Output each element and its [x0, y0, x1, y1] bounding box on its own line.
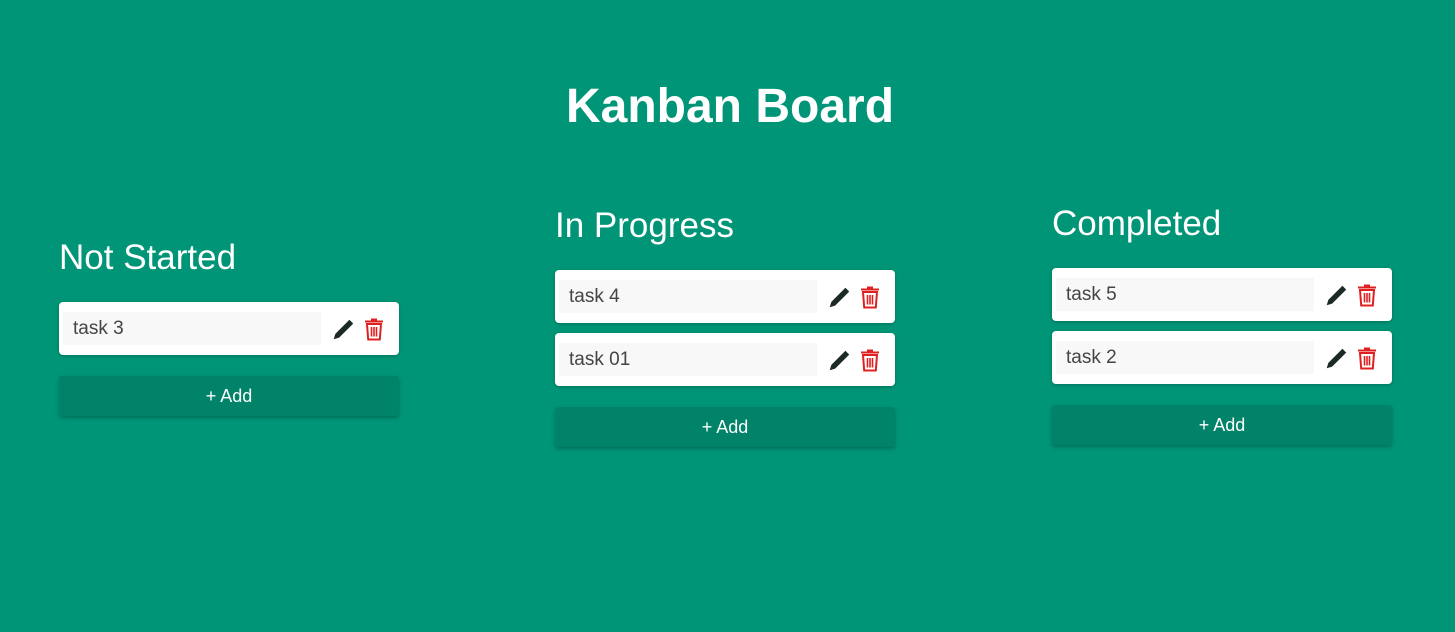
task-card[interactable]	[59, 302, 399, 355]
task-list	[1052, 268, 1392, 384]
trash-icon[interactable]	[855, 345, 885, 375]
task-card[interactable]	[1052, 331, 1392, 384]
column-title: In Progress	[555, 206, 734, 245]
task-input[interactable]	[1056, 278, 1314, 311]
task-input[interactable]	[559, 343, 817, 376]
add-task-button[interactable]: + Add	[59, 376, 399, 416]
task-input[interactable]	[1056, 341, 1314, 374]
trash-icon[interactable]	[1352, 280, 1382, 310]
task-list	[555, 270, 895, 386]
column-completed: Completed + Add	[1052, 202, 1392, 445]
task-list	[59, 302, 399, 355]
task-card[interactable]	[555, 270, 895, 323]
task-card[interactable]	[555, 333, 895, 386]
pencil-icon[interactable]	[1322, 343, 1352, 373]
pencil-icon[interactable]	[1322, 280, 1352, 310]
column-title: Not Started	[59, 238, 237, 277]
task-input[interactable]	[559, 280, 817, 313]
pencil-icon[interactable]	[825, 282, 855, 312]
trash-icon[interactable]	[855, 282, 885, 312]
column-title: Completed	[1052, 204, 1222, 243]
task-input[interactable]	[63, 312, 321, 345]
add-task-button[interactable]: + Add	[1052, 405, 1392, 445]
task-card[interactable]	[1052, 268, 1392, 321]
pencil-icon[interactable]	[329, 314, 359, 344]
trash-icon[interactable]	[359, 314, 389, 344]
add-task-button[interactable]: + Add	[555, 407, 895, 447]
column-in-progress: In Progress + Add	[555, 204, 895, 447]
pencil-icon[interactable]	[825, 345, 855, 375]
trash-icon[interactable]	[1352, 343, 1382, 373]
column-not-started: Not Started + Add	[59, 236, 399, 416]
page-title: Kanban Board	[565, 80, 895, 133]
